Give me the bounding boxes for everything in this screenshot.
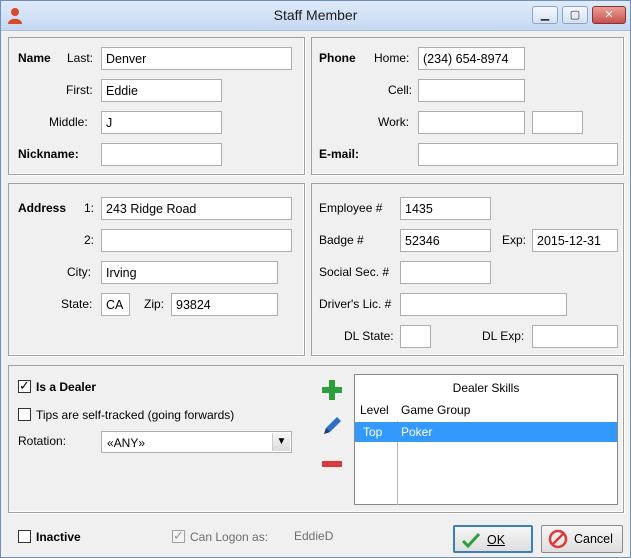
- state-label: State:: [61, 297, 93, 311]
- drivers-license-input[interactable]: [400, 293, 567, 316]
- cell-phone-label: Cell:: [388, 83, 413, 97]
- work-phone-label: Work:: [378, 115, 410, 129]
- remove-icon[interactable]: [320, 452, 344, 476]
- minimize-button[interactable]: ▁: [532, 6, 558, 24]
- ssn-label: Social Sec. #: [319, 265, 390, 279]
- nickname-label: Nickname:: [18, 147, 79, 161]
- address-line1-input[interactable]: 243 Ridge Road: [101, 197, 292, 220]
- ok-label: OK: [487, 533, 506, 547]
- add-icon[interactable]: [320, 378, 344, 402]
- email-label: E-mail:: [319, 147, 360, 161]
- cancel-icon: [548, 529, 568, 549]
- can-logon-checkbox[interactable]: [172, 528, 185, 544]
- skill-game-group-cell: Poker: [401, 425, 433, 439]
- skill-level-cell: Top: [363, 425, 383, 439]
- dealer-panel: Is a Dealer Tips are self-tracked (going…: [8, 365, 624, 513]
- zip-input[interactable]: 93824: [171, 293, 278, 316]
- dl-state-input[interactable]: [400, 325, 431, 348]
- address-panel: Address 1: 243 Ridge Road 2: City: Irvin…: [8, 183, 305, 356]
- cell-phone-input[interactable]: [418, 79, 525, 102]
- dl-state-label: DL State:: [344, 329, 394, 343]
- tips-self-tracked-label[interactable]: Tips are self-tracked (going forwards): [36, 408, 234, 422]
- middle-name-input[interactable]: J: [101, 111, 222, 134]
- state-input[interactable]: CA: [101, 293, 130, 316]
- staff-member-window: Staff Member ▁ ▢ ✕ Name Last: Denver Fir…: [0, 0, 631, 558]
- maximize-button[interactable]: ▢: [562, 6, 588, 24]
- name-panel: Name Last: Denver First: Eddie Middle: J…: [8, 37, 305, 175]
- employee-number-label: Employee #: [319, 201, 383, 215]
- skills-header-game-group[interactable]: Game Group: [401, 403, 470, 417]
- tips-self-tracked-checkbox[interactable]: [18, 408, 31, 421]
- home-phone-input[interactable]: (234) 654-8974: [418, 47, 525, 70]
- inactive-checkbox[interactable]: [18, 530, 31, 543]
- rotation-select[interactable]: «ANY» ▼: [101, 431, 292, 453]
- badge-exp-label: Exp:: [502, 233, 527, 247]
- checkmark-icon: [461, 532, 481, 549]
- employee-panel: Employee # 1435 Badge # 52346 Exp: 2015-…: [311, 183, 624, 356]
- work-phone-ext-input[interactable]: [532, 111, 583, 134]
- first-name-input[interactable]: Eddie: [101, 79, 222, 102]
- nickname-input[interactable]: [101, 143, 222, 166]
- cancel-button[interactable]: Cancel: [541, 525, 623, 553]
- middle-name-label: Middle:: [49, 115, 88, 129]
- email-input[interactable]: [418, 143, 618, 166]
- address-section-label: Address: [18, 201, 67, 215]
- chevron-down-icon[interactable]: ▼: [272, 433, 290, 451]
- first-name-label: First:: [66, 83, 93, 97]
- rotation-label: Rotation:: [18, 434, 67, 448]
- employee-number-input[interactable]: 1435: [400, 197, 491, 220]
- rotation-value: «ANY»: [107, 436, 146, 450]
- city-label: City:: [67, 265, 91, 279]
- badge-number-label: Badge #: [319, 233, 364, 247]
- logon-username: EddieD: [294, 529, 334, 543]
- edit-pencil-icon[interactable]: [320, 414, 344, 438]
- last-name-input[interactable]: Denver: [101, 47, 292, 70]
- ok-button[interactable]: OK: [453, 525, 533, 553]
- last-name-label: Last:: [67, 51, 94, 65]
- zip-label: Zip:: [144, 297, 165, 311]
- table-row[interactable]: Top Poker: [355, 422, 617, 442]
- drivers-license-label: Driver's Lic. #: [319, 297, 392, 311]
- ssn-input[interactable]: [400, 261, 491, 284]
- home-phone-label: Home:: [374, 51, 410, 65]
- name-section-label: Name: [18, 51, 51, 65]
- skills-header-level[interactable]: Level: [360, 403, 389, 417]
- work-phone-input[interactable]: [418, 111, 525, 134]
- close-button[interactable]: ✕: [592, 6, 626, 24]
- cancel-label: Cancel: [574, 532, 613, 546]
- city-input[interactable]: Irving: [101, 261, 278, 284]
- is-dealer-checkbox[interactable]: [18, 378, 31, 394]
- address-line2-label: 2:: [84, 233, 95, 247]
- is-dealer-label[interactable]: Is a Dealer: [36, 380, 96, 394]
- phone-panel: Phone Home: (234) 654-8974 Cell: Work: E…: [311, 37, 624, 175]
- inactive-label[interactable]: Inactive: [36, 530, 81, 544]
- can-logon-label: Can Logon as:: [190, 530, 269, 544]
- title-bar[interactable]: Staff Member ▁ ▢ ✕: [1, 1, 630, 31]
- dl-exp-label: DL Exp:: [482, 329, 525, 343]
- phone-section-label: Phone: [319, 51, 356, 65]
- dealer-skills-title: Dealer Skills: [452, 381, 520, 395]
- dl-exp-input[interactable]: [532, 325, 618, 348]
- dealer-skills-table[interactable]: Dealer Skills Level Game Group Top Poker: [354, 374, 618, 505]
- badge-exp-input[interactable]: 2015-12-31: [532, 229, 618, 252]
- address-line1-label: 1:: [84, 201, 95, 215]
- address-line2-input[interactable]: [101, 229, 292, 252]
- badge-number-input[interactable]: 52346: [400, 229, 491, 252]
